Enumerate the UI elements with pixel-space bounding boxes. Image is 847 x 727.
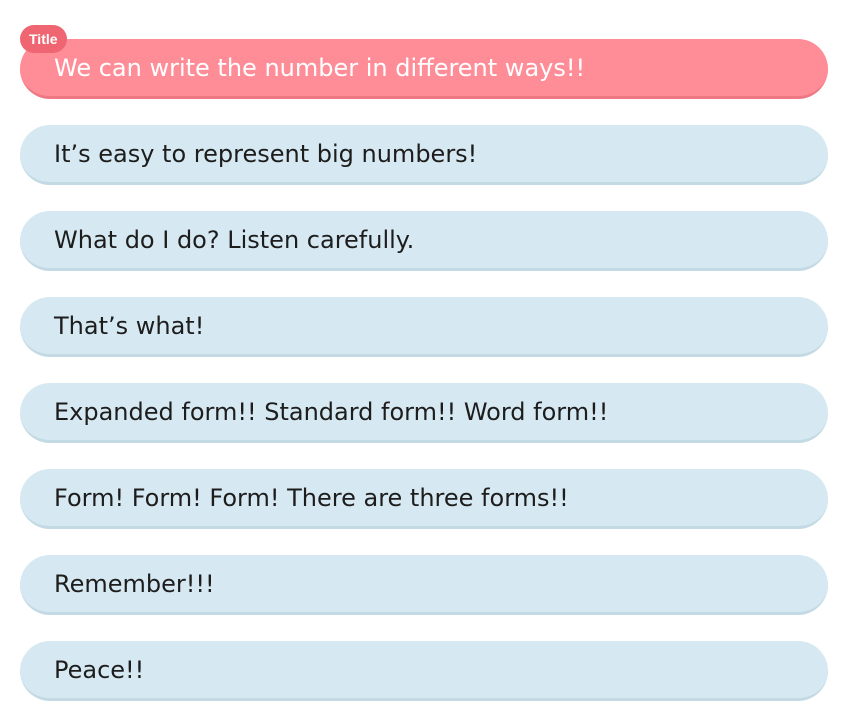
line-row-2[interactable]: What do I do? Listen carefully. [20, 211, 828, 271]
line-text: What do I do? Listen carefully. [54, 225, 415, 254]
lyrics-list: Title We can write the number in differe… [20, 25, 828, 727]
line-row-1[interactable]: It’s easy to represent big numbers! [20, 125, 828, 185]
line-row-7[interactable]: Peace!! [20, 641, 828, 701]
line-text: Expanded form!! Standard form!! Word for… [54, 397, 609, 426]
line-row-3[interactable]: That’s what! [20, 297, 828, 357]
title-row[interactable]: Title We can write the number in differe… [20, 25, 828, 99]
title-badge: Title [20, 25, 67, 53]
title-text: We can write the number in different way… [54, 53, 586, 82]
line-row-6[interactable]: Remember!!! [20, 555, 828, 615]
line-text: Form! Form! Form! There are three forms!… [54, 483, 569, 512]
line-text: That’s what! [54, 311, 205, 340]
line-row-5[interactable]: Form! Form! Form! There are three forms!… [20, 469, 828, 529]
line-text: It’s easy to represent big numbers! [54, 139, 478, 168]
line-row-4[interactable]: Expanded form!! Standard form!! Word for… [20, 383, 828, 443]
line-text: Remember!!! [54, 569, 215, 598]
line-text: Peace!! [54, 655, 145, 684]
